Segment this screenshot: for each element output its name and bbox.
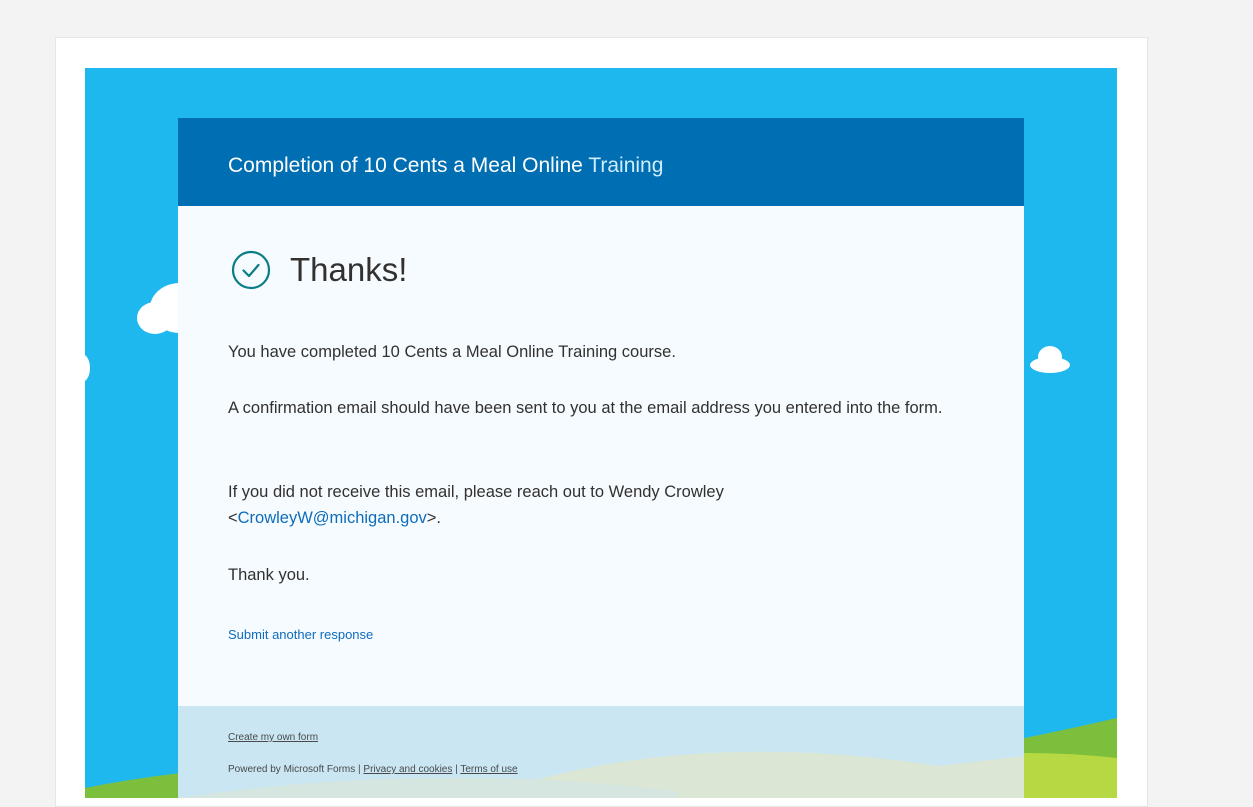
- thank-you-message: Thank you.: [228, 566, 310, 584]
- contact-email-link[interactable]: CrowleyW@michigan.gov: [238, 509, 427, 527]
- terms-link[interactable]: Terms of use: [460, 764, 517, 775]
- confirmation-message: A confirmation email should have been se…: [228, 399, 943, 417]
- submit-another-link[interactable]: Submit another response: [228, 627, 373, 642]
- contact-prefix: If you did not receive this email, pleas…: [228, 483, 724, 501]
- check-circle-icon: [231, 250, 271, 290]
- footer-hills: [178, 751, 1024, 798]
- thanks-heading: Thanks!: [290, 251, 408, 288]
- completion-message: You have completed 10 Cents a Meal Onlin…: [228, 343, 676, 361]
- email-close-bracket: >.: [426, 509, 442, 527]
- thanks-row: Thanks!: [230, 249, 407, 291]
- contact-message: If you did not receive this email, pleas…: [228, 479, 988, 531]
- email-open-bracket: <: [228, 509, 238, 527]
- form-title-highlight: Training: [588, 154, 664, 177]
- form-footer: Create my own form Powered by Microsoft …: [178, 706, 1024, 798]
- cloud-icon: [85, 355, 90, 381]
- powered-by-text: Powered by Microsoft Forms |: [228, 764, 364, 775]
- powered-by-line: Powered by Microsoft Forms | Privacy and…: [228, 764, 518, 775]
- privacy-link[interactable]: Privacy and cookies: [363, 764, 452, 775]
- form-card: Completion of 10 Cents a Meal Online Tra…: [178, 118, 1024, 798]
- create-form-link[interactable]: Create my own form: [228, 732, 318, 743]
- form-title: Completion of 10 Cents a Meal Online Tra…: [228, 154, 1024, 178]
- form-title-main: Completion of 10 Cents a Meal Online: [228, 154, 589, 177]
- form-header: Completion of 10 Cents a Meal Online Tra…: [178, 118, 1024, 206]
- cloud-icon: [1030, 346, 1070, 373]
